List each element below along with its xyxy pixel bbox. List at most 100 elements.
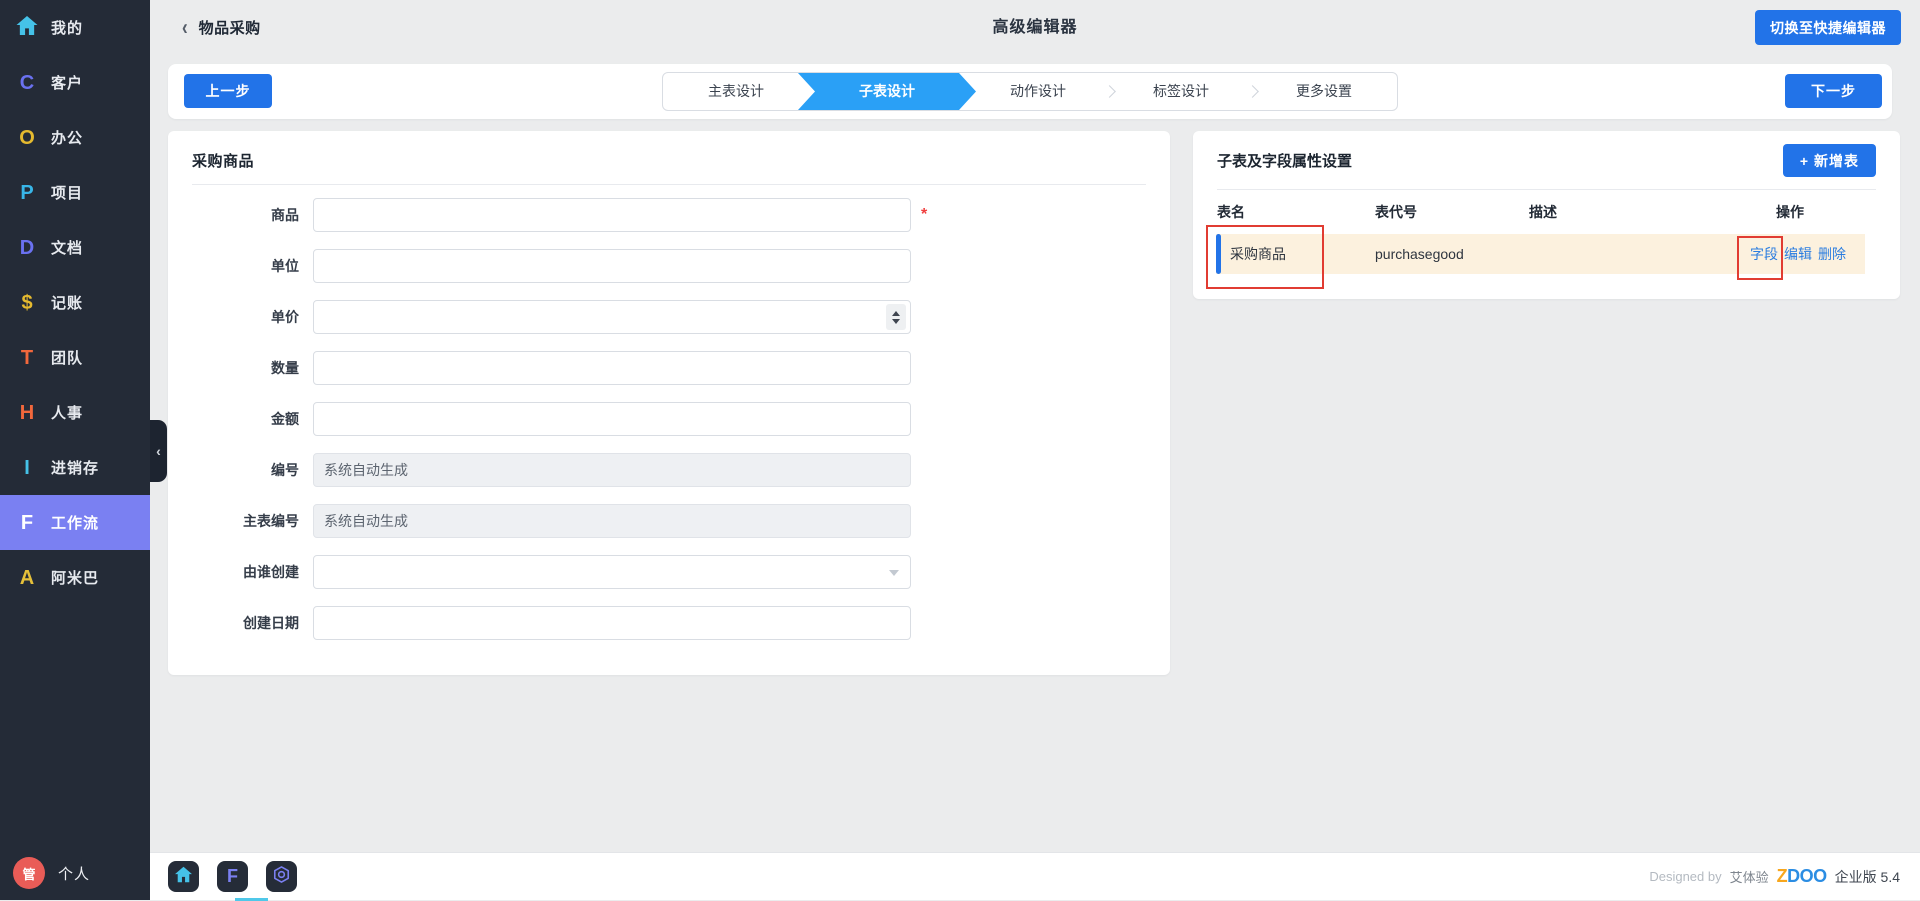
form-row-created-date: 创建日期: [168, 606, 1170, 640]
customer-icon: C: [13, 73, 41, 93]
wizard-toolbar: 上一步 主表设计子表设计动作设计标签设计更多设置 下一步: [168, 64, 1892, 119]
subtable-form-card: 采购商品 商品*单位单价数量金额编号主表编号由谁创建创建日期: [168, 131, 1170, 675]
home-icon: [13, 15, 41, 40]
field-label-created-by: 由谁创建: [168, 562, 313, 582]
sidebar-item-customer[interactable]: C 客户: [0, 55, 150, 110]
form-fields: 商品*单位单价数量金额编号主表编号由谁创建创建日期: [168, 185, 1170, 640]
field-label-goods: 商品: [168, 205, 313, 225]
footer: F Designed by 艾体验 ZDOO 企业版 5.4: [150, 852, 1920, 900]
field-input-created-date[interactable]: [313, 606, 911, 640]
select-caret-icon: [889, 570, 899, 576]
row-highlight-bar: [1216, 234, 1221, 274]
wizard-step-5[interactable]: 更多设置: [1251, 73, 1397, 110]
workflow-icon: F: [13, 513, 41, 533]
column-header-3: 描述: [1529, 190, 1557, 235]
designed-by-text: Designed by: [1649, 869, 1721, 884]
edit-link[interactable]: 编辑: [1784, 244, 1812, 264]
step-wizard: 主表设计子表设计动作设计标签设计更多设置: [662, 72, 1398, 111]
field-control-code: [313, 453, 911, 487]
sidebar-item-label: 阿米巴: [51, 567, 99, 588]
field-control-created-by: [313, 555, 911, 589]
stock-icon: I: [13, 458, 41, 478]
sidebar-item-mine[interactable]: 我的: [0, 0, 150, 55]
table-header-row: 表名表代号描述操作: [1193, 190, 1900, 235]
subtable-settings-panel: 子表及字段属性设置 + 新增表 表名表代号描述操作 采购商品purchasego…: [1193, 131, 1900, 299]
taskbar-apps-button[interactable]: [266, 861, 297, 892]
cell-table-code: purchasegood: [1375, 234, 1464, 274]
field-control-parent-code: [313, 504, 911, 538]
field-label-created-date: 创建日期: [168, 613, 313, 633]
project-icon: P: [13, 183, 41, 203]
number-spinner-icon[interactable]: [886, 304, 906, 330]
next-step-button[interactable]: 下一步: [1785, 74, 1882, 108]
form-row-parent-code: 主表编号: [168, 504, 1170, 538]
sidebar-user[interactable]: 管 个人: [13, 857, 90, 889]
field-input-qty[interactable]: [313, 351, 911, 385]
avatar[interactable]: 管: [13, 857, 45, 889]
taskbar: F: [168, 861, 297, 892]
main-area: ‹ 物品采购 高级编辑器 切换至快捷编辑器 上一步 主表设计子表设计动作设计标签…: [150, 0, 1920, 900]
sidebar-item-office[interactable]: O办公: [0, 110, 150, 165]
sidebar-item-label: 工作流: [51, 512, 99, 533]
sidebar-item-project[interactable]: P 项目: [0, 165, 150, 220]
sidebar-item-label: 项目: [51, 182, 83, 203]
field-control-amount: [313, 402, 911, 436]
sidebar-item-amoeba[interactable]: A阿米巴: [0, 550, 150, 605]
sidebar-item-label: 客户: [51, 72, 83, 93]
field-input-parent-code: [313, 504, 911, 538]
accounting-icon: $: [13, 293, 41, 313]
page-title: 高级编辑器: [150, 0, 1920, 55]
sidebar-item-label: 记账: [51, 292, 83, 313]
fields-link[interactable]: 字段: [1750, 244, 1778, 264]
field-control-price: [313, 300, 911, 334]
delete-link[interactable]: 删除: [1818, 244, 1846, 264]
sidebar-item-accounting[interactable]: $ 记账: [0, 275, 150, 330]
field-input-price[interactable]: [313, 300, 911, 334]
field-label-code: 编号: [168, 460, 313, 480]
form-row-amount: 金额: [168, 402, 1170, 436]
sidebar-item-workflow[interactable]: F 工作流: [0, 495, 150, 550]
wizard-step-4[interactable]: 标签设计: [1108, 73, 1254, 110]
field-control-goods: [313, 198, 911, 232]
taskbar-workflow-button[interactable]: F: [217, 861, 248, 892]
sidebar-item-label: 团队: [51, 347, 83, 368]
field-label-amount: 金额: [168, 409, 313, 429]
form-row-qty: 数量: [168, 351, 1170, 385]
add-table-button[interactable]: + 新增表: [1783, 144, 1876, 177]
switch-editor-button[interactable]: 切换至快捷编辑器: [1755, 10, 1901, 45]
sidebar-item-stock[interactable]: I进销存: [0, 440, 150, 495]
wizard-step-2[interactable]: 子表设计: [798, 73, 976, 110]
form-row-goods: 商品 *: [168, 198, 1170, 232]
sidebar-item-label: 办公: [51, 127, 83, 148]
required-asterisk: *: [921, 198, 927, 232]
sidebar-item-label: 文档: [51, 237, 83, 258]
cell-table-name: 采购商品: [1230, 234, 1286, 274]
taskbar-home-button[interactable]: [168, 861, 199, 892]
column-header-4: 操作: [1776, 190, 1804, 235]
table-row[interactable]: 采购商品 purchasegood 字段编辑删除: [1216, 234, 1865, 274]
chevron-left-icon: ‹: [156, 443, 161, 459]
wizard-step-1[interactable]: 主表设计: [663, 73, 809, 110]
hr-icon: H: [13, 403, 41, 423]
column-header-2: 表代号: [1375, 190, 1417, 235]
sidebar-item-document[interactable]: D文档: [0, 220, 150, 275]
hexagon-icon: [272, 865, 291, 889]
form-title: 采购商品: [192, 131, 1146, 185]
field-input-code: [313, 453, 911, 487]
field-input-created-by[interactable]: [313, 555, 911, 589]
wizard-step-3[interactable]: 动作设计: [965, 73, 1111, 110]
edition-text: 企业版 5.4: [1835, 867, 1900, 887]
prev-step-button[interactable]: 上一步: [184, 74, 272, 108]
panel-title: 子表及字段属性设置: [1217, 150, 1352, 171]
field-input-goods[interactable]: [313, 198, 911, 232]
zdoo-logo: ZDOO: [1777, 866, 1827, 887]
field-label-unit: 单位: [168, 256, 313, 276]
sidebar-item-team[interactable]: T团队: [0, 330, 150, 385]
sidebar-item-hr[interactable]: H人事: [0, 385, 150, 440]
field-input-amount[interactable]: [313, 402, 911, 436]
field-control-unit: [313, 249, 911, 283]
sidebar-collapse-button[interactable]: ‹: [150, 420, 167, 482]
field-input-unit[interactable]: [313, 249, 911, 283]
footer-credits: Designed by 艾体验 ZDOO 企业版 5.4: [1649, 853, 1900, 900]
field-label-parent-code: 主表编号: [168, 511, 313, 531]
